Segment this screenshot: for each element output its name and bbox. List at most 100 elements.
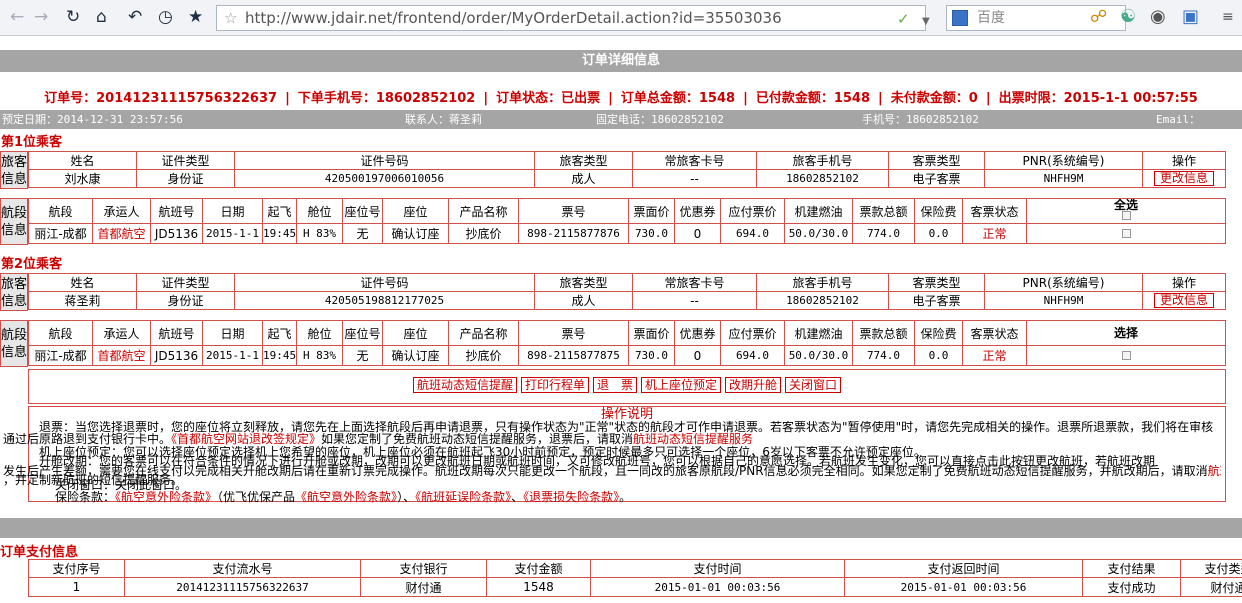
payment-col-header: 支付序号: [28, 559, 125, 578]
compat-mode-icon[interactable]: ✓: [897, 9, 910, 29]
star-outline-icon[interactable]: ☆: [224, 6, 237, 30]
passenger-col-header: 常旅客卡号: [632, 151, 757, 170]
select-label: 全选: [1113, 198, 1138, 212]
segment-table: 航段 承运人 航班号 日期 起飞 舱位 座位号 座位 产品名称 票号 票面价 优惠券 应付票价 机建燃油票…: [28, 320, 1226, 366]
operation-notes: 操作说明 退票：当您选择退票时，您的座位将立刻释放，请您先在上面选择航段后再申请…: [3, 406, 1226, 504]
segment-cell: 694.0: [720, 223, 785, 244]
passenger-cell: 电子客票: [888, 169, 985, 188]
insurance-link-1[interactable]: 《航空意外险条款》: [115, 491, 217, 504]
menu-icon[interactable]: ≡: [1222, 7, 1234, 27]
sms-service-link[interactable]: 航班动态短信提醒服务: [633, 433, 753, 446]
segment-cell: 无: [342, 345, 383, 366]
insurance-link-4[interactable]: 《退票损失险条款》: [523, 491, 619, 504]
segment-cell: 898-2115877875: [518, 345, 629, 366]
segment-cell: 2015-1-1: [202, 345, 263, 366]
passenger-section: 第1位乘客 旅客信息 姓名 证件类型 证件号码 旅客类型 常旅客卡号 旅客手机号 客票类型 PNR…: [0, 134, 1242, 254]
segment-col-header: 航班号: [150, 320, 203, 346]
segment-side-label: 航段信息: [0, 198, 28, 245]
dropdown-arrow-icon[interactable]: ▼: [922, 12, 930, 32]
segment-col-header: 起飞: [262, 320, 297, 346]
segment-cell: 0.0: [914, 223, 963, 244]
select-all-checkbox[interactable]: [1121, 211, 1131, 220]
segment-header-row: 航段 承运人 航班号 日期 起飞 舱位 座位号 座位 产品名称 票号 票面价 优惠券 应付票价 机建燃油票…: [28, 320, 1226, 346]
segment-header-row: 航段 承运人 航班号 日期 起飞 舱位 座位号 座位 产品名称 票号 票面价 优惠券 应付票价 机建燃油票…: [28, 198, 1226, 224]
passenger-col-header: 旅客手机号: [756, 273, 889, 292]
passenger-cell: 电子客票: [888, 291, 985, 310]
passenger-col-header: 姓名: [28, 151, 137, 170]
action-button[interactable]: 航班动态短信提醒: [412, 377, 517, 393]
search-engine-icon[interactable]: [952, 10, 968, 26]
select-all-header: 全选: [1026, 198, 1226, 224]
unpaid-label: 未付款金额：: [890, 91, 969, 106]
reload-icon[interactable]: ↻: [66, 8, 80, 26]
note-refund-2: 通过后原路退到支付银行卡中。《首都航空网站退改签规定》如果您定制了免费航班动态短…: [3, 433, 754, 446]
address-bar[interactable]: ☆ http://www.jdair.net/frontend/order/My…: [216, 5, 926, 31]
segment-checkbox[interactable]: [1121, 228, 1131, 238]
contact-bar: 预定日期：2014-12-31 23:57:56 联系人：蒋圣莉 固定电话：18…: [0, 110, 1242, 129]
passenger-cell: 18602852102: [756, 169, 889, 188]
action-button[interactable]: 退 票: [592, 377, 637, 393]
segment-col-header: 座位号: [342, 198, 383, 224]
segment-col-header: 航班号: [150, 198, 203, 224]
segment-col-header: 机建燃油: [784, 198, 853, 224]
status-value: 已出票: [561, 91, 601, 106]
edit-info-button[interactable]: 更改信息: [1153, 171, 1214, 186]
browser-toolbar: ← → ↻ ⌂ ↶ ◷ ★ ☆ http://www.jdair.net/fro…: [0, 0, 1242, 36]
forward-icon[interactable]: →: [34, 8, 48, 26]
payment-col-header: 支付返回时间: [844, 559, 1083, 578]
order-no-label: 订单号：: [44, 91, 97, 106]
sms-service-link-2[interactable]: 航班动态短信提醒服务: [1208, 465, 1221, 478]
fixed-phone: 固定电话：18602852102: [596, 113, 724, 126]
passenger-col-header: 证件类型: [136, 273, 235, 292]
camera-icon[interactable]: ◉: [1150, 7, 1166, 27]
segment-col-header: 优惠券: [674, 198, 721, 224]
passenger-col-header: 常旅客卡号: [632, 273, 757, 292]
segment-col-header: 座位: [382, 320, 449, 346]
undo-icon[interactable]: ↶: [128, 8, 142, 26]
segment-cell: 0: [674, 345, 721, 366]
insurance-link-2[interactable]: 《航空意外险条款》: [295, 491, 397, 504]
plugin-icon[interactable]: ☯: [1120, 7, 1136, 27]
passenger-col-header: 操作: [1142, 151, 1226, 170]
edit-info-button[interactable]: 更改信息: [1153, 293, 1214, 308]
segment-col-header: 保险费: [914, 198, 963, 224]
payment-table: 支付序号支付流水号支付银行支付金额支付时间支付返回时间支付结果支付类型操作120…: [28, 559, 1242, 597]
passenger-cell: --: [632, 291, 757, 310]
action-button[interactable]: 改期升舱: [725, 377, 782, 393]
passenger-cell: 18602852102: [756, 291, 889, 310]
home-icon[interactable]: ⌂: [96, 8, 107, 26]
select-all-header: 选择: [1026, 320, 1226, 346]
passenger-cell: 刘水康: [28, 169, 137, 188]
segment-checkbox[interactable]: [1121, 350, 1131, 360]
payment-col-header: 支付结果: [1082, 559, 1181, 578]
action-button[interactable]: 机上座位预定: [641, 377, 722, 393]
passenger-col-header: 操作: [1142, 273, 1226, 292]
history-icon[interactable]: ◷: [158, 8, 173, 26]
segment-col-header: 舱位: [296, 198, 343, 224]
segment-col-header: 舱位: [296, 320, 343, 346]
key-icon[interactable]: ☍: [1090, 7, 1107, 27]
segment-cell: 50.0/30.0: [784, 345, 853, 366]
segment-cell: JD5136: [150, 223, 203, 244]
passenger-cell: --: [632, 169, 757, 188]
phone-value: 18602852102: [375, 91, 476, 106]
segment-col-header: 应付票价: [720, 198, 785, 224]
translate-icon[interactable]: ▣: [1182, 7, 1199, 27]
payment-divider: [0, 518, 1242, 538]
passenger-side-label: 旅客信息: [0, 273, 28, 311]
segment-cell: 丽江-成都: [28, 345, 93, 366]
passenger-col-header: 旅客类型: [534, 273, 633, 292]
segment-col-header: 票号: [518, 198, 629, 224]
segment-col-header: 航段: [28, 320, 93, 346]
segment-cell: 抄底价: [448, 223, 519, 244]
refund-rules-link[interactable]: 《首都航空网站退改签规定》: [171, 433, 321, 446]
action-button[interactable]: 关闭窗口: [785, 377, 842, 393]
action-button[interactable]: 打印行程单: [520, 377, 589, 393]
note-insurance: 保险条款：《航空意外险条款》（优飞优保产品《航空意外险条款》）、《航班延误险条款…: [55, 491, 632, 504]
segment-cell: 19:45: [262, 223, 297, 244]
insurance-link-3[interactable]: 《航班延误险条款》: [415, 491, 511, 504]
back-icon[interactable]: ←: [10, 8, 24, 26]
segment-col-header: 票款总额: [852, 320, 915, 346]
booking-date: 预定日期：2014-12-31 23:57:56: [2, 113, 183, 126]
bookmark-star-icon[interactable]: ★: [188, 8, 203, 26]
